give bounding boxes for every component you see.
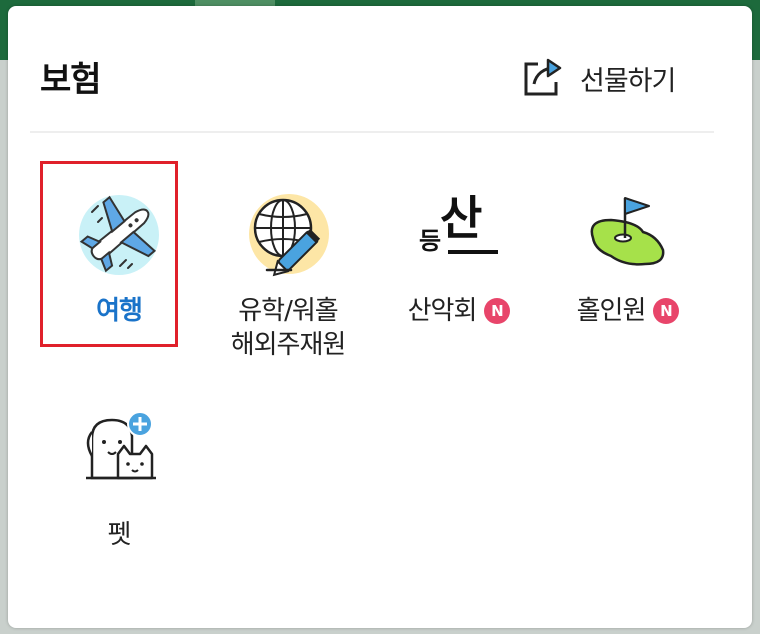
mountain-club-icon: 산 등 — [416, 191, 502, 278]
mountain-club-icon-sub-text: 등 — [419, 227, 442, 255]
menu-item-pet[interactable]: 펫 — [44, 408, 194, 552]
menu-item-study-abroad[interactable]: 유학/워홀 해외주재원 — [213, 192, 363, 362]
mountain-club-icon-underline — [448, 250, 498, 254]
menu-item-label: 홀인원 — [576, 296, 647, 326]
globe-pen-icon — [245, 192, 331, 278]
page-title: 보험 — [40, 60, 102, 100]
gift-label: 선물하기 — [580, 65, 676, 97]
pet-plus-icon — [76, 408, 162, 494]
menu-item-label: 펫 — [107, 520, 132, 550]
golf-flag-icon — [585, 192, 671, 278]
gift-button[interactable]: 선물하기 — [520, 54, 676, 102]
divider — [30, 131, 714, 133]
selection-highlight — [40, 161, 178, 347]
new-badge: N — [484, 298, 511, 324]
menu-item-label-line2: 해외주재원 — [230, 330, 347, 360]
mountain-club-icon-main-text: 산 — [440, 191, 483, 245]
new-badge: N — [653, 298, 680, 324]
menu-item-label: 산악회 — [407, 296, 478, 326]
menu-item-mountain-club[interactable]: 산 등 산악회 N — [384, 191, 534, 328]
share-icon — [520, 54, 566, 102]
menu-item-hole-in-one[interactable]: 홀인원 N — [553, 192, 703, 328]
menu-item-label-line1: 유학/워홀 — [238, 296, 338, 326]
